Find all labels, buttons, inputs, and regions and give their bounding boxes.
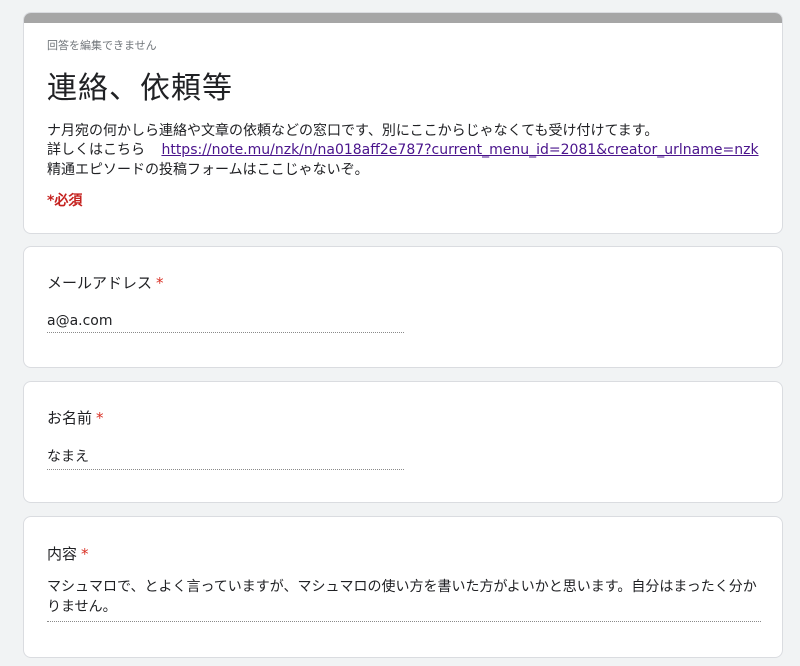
question-label: お名前 [47, 409, 93, 427]
form-top-band [24, 13, 782, 23]
question-card-content: 内容 * マシュマロで、とよく言っていますが、マシュマロの使い方を書いた方がよいか… [23, 516, 783, 658]
required-asterisk: * [156, 274, 164, 292]
question-card-name: お名前 * なまえ [23, 381, 783, 503]
question-label: 内容 [47, 545, 78, 563]
form-header-card: 回答を編集できません 連絡、依頼等 ナ月宛の何かしら連絡や文章の依頼などの窓口で… [23, 12, 783, 234]
question-title-content: 内容 * [47, 543, 89, 564]
email-answer-field[interactable]: a@a.com [47, 313, 404, 333]
content-answer-field[interactable]: マシュマロで、とよく言っていますが、マシュマロの使い方を書いた方がよいかと思いま… [47, 577, 761, 622]
details-link[interactable]: https://note.mu/nzk/n/na018aff2e787?curr… [161, 142, 758, 158]
required-asterisk: * [96, 409, 104, 427]
question-label: メールアドレス [47, 274, 153, 292]
form-description-line-1: ナ月宛の何かしら連絡や文章の依頼などの窓口です、別にここからじゃなくても受け付け… [47, 123, 659, 139]
question-title-email: メールアドレス * [47, 272, 164, 293]
form-description-line-2: 詳しくはこちら https://note.mu/nzk/n/na018aff2e… [47, 139, 759, 159]
not-editable-notice: 回答を編集できません [47, 39, 157, 52]
question-card-email: メールアドレス * a@a.com [23, 246, 783, 368]
required-asterisk: * [81, 545, 89, 563]
form-title: 連絡、依頼等 [47, 71, 233, 106]
required-note: *必須 [47, 193, 83, 209]
form-description-line-3: 精通エピソードの投稿フォームはここじゃないぞ。 [47, 162, 369, 178]
name-answer-field[interactable]: なまえ [47, 446, 404, 470]
question-title-name: お名前 * [47, 407, 104, 428]
details-label: 詳しくはこちら [47, 142, 145, 158]
